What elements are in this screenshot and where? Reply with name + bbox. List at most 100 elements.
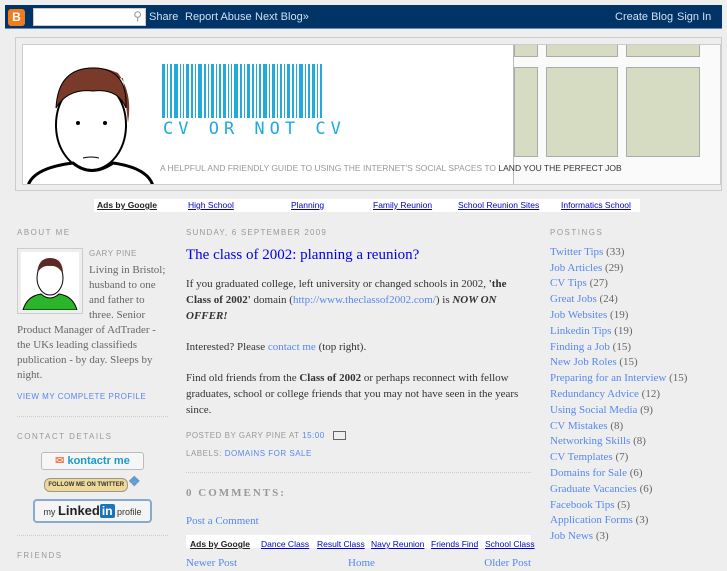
- posting-item: Job News (3): [550, 529, 720, 545]
- posting-count: (5): [617, 498, 631, 511]
- posting-count: (3): [635, 514, 649, 527]
- report-abuse-link[interactable]: Report Abuse: [185, 11, 252, 23]
- posting-item: Great Jobs (24): [550, 292, 720, 308]
- posting-count: (3): [595, 530, 609, 543]
- ad-link[interactable]: Dance Class: [261, 536, 309, 552]
- man-illustration: [27, 67, 154, 184]
- ad-link[interactable]: High School: [188, 200, 234, 210]
- main-column: Sunday, 6 September 2009 The class of 20…: [186, 225, 535, 571]
- posting-link[interactable]: CV Templates: [550, 451, 613, 463]
- ad-link[interactable]: Family Reunion: [373, 200, 432, 210]
- ad-link[interactable]: School Class: [485, 536, 535, 552]
- posting-link[interactable]: Facebook Tips: [550, 499, 615, 511]
- next-blog-link[interactable]: Next Blog»: [255, 11, 309, 23]
- posting-link[interactable]: New Job Roles: [550, 356, 617, 368]
- profile-photo[interactable]: [17, 248, 83, 314]
- posting-link[interactable]: Twitter Tips: [550, 246, 603, 258]
- posting-item: Facebook Tips (5): [550, 498, 720, 514]
- posting-link[interactable]: Graduate Vacancies: [550, 483, 637, 495]
- older-post-link[interactable]: Older Post: [484, 555, 531, 571]
- post-comment-link[interactable]: Post a Comment: [186, 513, 531, 529]
- label-link[interactable]: Domains for Sale: [225, 449, 312, 458]
- postings-list: Twitter Tips (33) Job Articles (29) CV Tip…: [550, 245, 720, 545]
- posting-item: Finding a Job (15): [550, 340, 720, 356]
- contact-me-link[interactable]: contact me: [268, 341, 316, 353]
- blog-tagline: A HELPFUL AND FRIENDLY GUIDE TO USING TH…: [160, 163, 622, 173]
- posting-link[interactable]: Redundancy Advice: [550, 388, 639, 400]
- right-sidebar: Postings Twitter Tips (33) Job Articles (…: [550, 225, 720, 545]
- posting-item: Job Articles (29): [550, 261, 720, 277]
- posting-link[interactable]: CV Tips: [550, 277, 587, 289]
- posting-link[interactable]: Job Websites: [550, 309, 607, 321]
- post-date: Sunday, 6 September 2009: [186, 228, 327, 237]
- posting-link[interactable]: Using Social Media: [550, 404, 637, 416]
- create-blog-link[interactable]: Create Blog: [615, 11, 673, 23]
- search-icon[interactable]: ⚲: [133, 9, 142, 23]
- view-profile-link[interactable]: View my complete profile: [17, 389, 168, 404]
- ad-link[interactable]: Navy Reunion: [371, 536, 424, 552]
- linkedin-profile-button[interactable]: my Linked in profile: [33, 499, 152, 523]
- ad-link[interactable]: Informatics School: [561, 200, 631, 210]
- posting-item: Job Websites (19): [550, 308, 720, 324]
- twitter-follow-button[interactable]: FOLLOW ME ON TWITTER ❖: [35, 474, 150, 493]
- postings-heading: Postings: [550, 228, 604, 237]
- barcode-logo: [162, 64, 349, 118]
- posting-link[interactable]: Preparing for an Interview: [550, 372, 666, 384]
- posting-count: (8): [610, 419, 624, 432]
- email-post-icon[interactable]: [333, 431, 347, 441]
- post-paragraph: If you graduated college, left universit…: [186, 278, 507, 322]
- posting-item: Networking Skills (8): [550, 434, 720, 450]
- posting-item: Linkedin Tips (19): [550, 324, 720, 340]
- post-time-link[interactable]: 15:00: [302, 431, 325, 440]
- posting-count: (19): [614, 324, 633, 337]
- posting-item: CV Tips (27): [550, 276, 720, 292]
- posting-count: (15): [612, 340, 631, 353]
- blog-title[interactable]: CV OR NOT CV: [163, 119, 346, 139]
- bottom-ads-bar: Ads by Google Dance Class Result Class N…: [186, 535, 535, 549]
- posting-count: (33): [606, 245, 625, 258]
- post-labels: Labels: Domains for Sale: [186, 449, 312, 458]
- posting-item: Preparing for an Interview (15): [550, 371, 720, 387]
- post-title[interactable]: The class of 2002: planning a reunion?: [186, 246, 531, 264]
- posting-link[interactable]: Great Jobs: [550, 293, 597, 305]
- ads-by-google-link[interactable]: Ads by Google: [190, 536, 250, 552]
- posting-count: (7): [615, 451, 629, 464]
- posting-count: (6): [639, 482, 653, 495]
- posting-item: Application Forms (3): [550, 513, 720, 529]
- ad-link[interactable]: Friends Find: [431, 536, 478, 552]
- posting-link[interactable]: Application Forms: [550, 514, 633, 526]
- ad-link[interactable]: School Reunion Sites: [458, 200, 539, 210]
- posting-link[interactable]: Linkedin Tips: [550, 325, 611, 337]
- posting-item: New Job Roles (15): [550, 355, 720, 371]
- posting-count: (15): [619, 356, 638, 369]
- posting-item: CV Mistakes (8): [550, 419, 720, 435]
- posting-link[interactable]: Networking Skills: [550, 435, 630, 447]
- posting-count: (19): [610, 308, 629, 321]
- posting-item: Using Social Media (9): [550, 403, 720, 419]
- ads-by-google-link[interactable]: Ads by Google: [97, 200, 157, 210]
- domain-link[interactable]: http://www.theclassof2002.com/: [293, 294, 436, 306]
- ad-link[interactable]: Planning: [291, 200, 324, 210]
- posting-item: Domains for Sale (6): [550, 466, 720, 482]
- posting-item: Graduate Vacancies (6): [550, 482, 720, 498]
- kontactr-button[interactable]: ✉ kontactr me: [41, 452, 144, 470]
- newer-post-link[interactable]: Newer Post: [186, 555, 237, 571]
- share-link[interactable]: Share: [149, 11, 178, 23]
- sign-in-link[interactable]: Sign In: [677, 11, 711, 23]
- posting-count: (24): [599, 293, 618, 306]
- search-input[interactable]: ⚲: [33, 8, 146, 26]
- blog-header: CV OR NOT CV A HELPFUL AND FRIENDLY GUID…: [15, 37, 722, 191]
- posting-count: (29): [605, 261, 624, 274]
- posting-link[interactable]: Domains for Sale: [550, 467, 627, 479]
- ad-link[interactable]: Result Class: [317, 536, 365, 552]
- posting-link[interactable]: Job Articles: [550, 262, 602, 274]
- posting-link[interactable]: Job News: [550, 530, 593, 542]
- posting-item: Redundancy Advice (12): [550, 387, 720, 403]
- posting-count: (15): [669, 372, 688, 385]
- home-link[interactable]: Home: [348, 555, 375, 571]
- posting-link[interactable]: Finding a Job: [550, 341, 610, 353]
- blogger-navbar: B ⚲ Share Report Abuse Next Blog» Create…: [5, 5, 722, 29]
- blogger-logo-icon[interactable]: B: [8, 9, 25, 26]
- posting-link[interactable]: CV Mistakes: [550, 420, 608, 432]
- post-paragraph: Find old friends from the Class of 2002 …: [186, 372, 519, 416]
